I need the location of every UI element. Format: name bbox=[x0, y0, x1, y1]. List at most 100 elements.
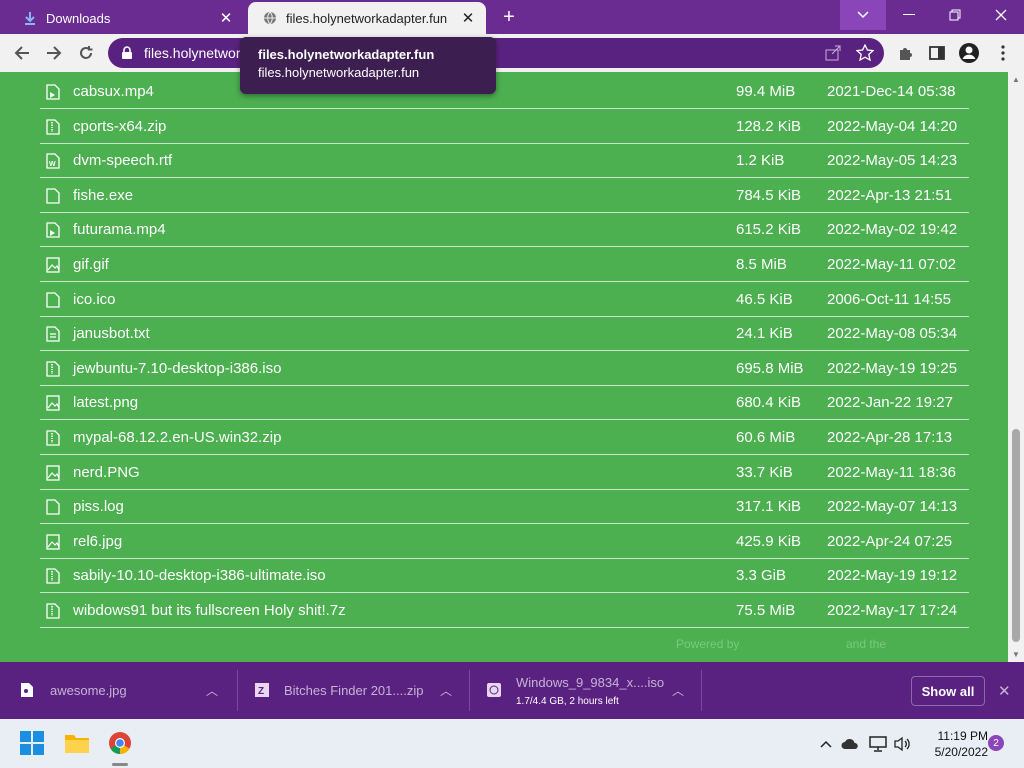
restore-button[interactable] bbox=[932, 0, 978, 30]
text-file-icon bbox=[46, 326, 60, 342]
windows-start-icon[interactable] bbox=[16, 727, 48, 759]
clock-time: 11:19 PM bbox=[937, 729, 988, 743]
download-item[interactable]: awesome.jpg ︿ bbox=[20, 662, 235, 719]
file-row[interactable]: Wdvm-speech.rtf 1.2 KiB 2022-May-05 14:23 bbox=[40, 143, 969, 179]
file-name-link[interactable]: wibdows91 but its fullscreen Holy shit!.… bbox=[73, 602, 346, 619]
file-row[interactable]: nerd.PNG 33.7 KiB 2022-May-11 18:36 bbox=[40, 455, 969, 490]
chevron-up-icon[interactable] bbox=[818, 734, 834, 754]
file-row[interactable]: fishe.exe 784.5 KiB 2022-Apr-13 21:51 bbox=[40, 178, 969, 213]
file-row[interactable]: mypal-68.12.2.en-US.win32.zip 60.6 MiB 202… bbox=[40, 420, 969, 455]
volume-icon[interactable] bbox=[892, 734, 912, 754]
file-name-link[interactable]: dvm-speech.rtf bbox=[73, 152, 172, 169]
archive-file-icon bbox=[46, 430, 60, 446]
video-file-icon bbox=[46, 84, 60, 100]
globe-icon bbox=[262, 10, 278, 26]
file-date: 2022-Apr-13 21:51 bbox=[827, 186, 953, 204]
file-name-link[interactable]: cports-x64.zip bbox=[73, 118, 166, 135]
download-item[interactable]: Z Bitches Finder 201....zip ︿ bbox=[254, 662, 469, 719]
file-row[interactable]: piss.log 317.1 KiB 2022-May-07 14:13 bbox=[40, 489, 969, 525]
file-name-link[interactable]: latest.png bbox=[73, 394, 138, 411]
file-name-link[interactable]: mypal-68.12.2.en-US.win32.zip bbox=[73, 429, 281, 446]
bookmark-star-icon[interactable] bbox=[855, 43, 875, 67]
menu-kebab-icon[interactable] bbox=[992, 42, 1014, 64]
notification-badge[interactable]: 2 bbox=[988, 735, 1004, 751]
file-date: 2022-May-11 18:36 bbox=[827, 463, 956, 481]
file-row[interactable]: janusbot.txt 24.1 KiB 2022-May-08 05:34 bbox=[40, 316, 969, 352]
close-window-button[interactable] bbox=[978, 0, 1024, 30]
archive-file-icon bbox=[46, 568, 60, 585]
file-row[interactable]: sabily-10.10-desktop-i386-ultimate.iso 3.… bbox=[40, 558, 969, 594]
file-explorer-icon[interactable] bbox=[61, 727, 93, 759]
chevron-up-icon[interactable]: ︿ bbox=[672, 682, 684, 699]
forward-button[interactable] bbox=[41, 40, 67, 66]
file-size: 46.5 KiB bbox=[736, 290, 793, 308]
side-panel-icon[interactable] bbox=[926, 42, 948, 64]
file-date: 2022-May-19 19:12 bbox=[827, 567, 958, 585]
address-bar[interactable]: files.holynetwor bbox=[108, 38, 884, 68]
file-row[interactable]: jewbuntu-7.10-desktop-i386.iso 695.8 MiB 2… bbox=[40, 351, 969, 386]
tab-title: files.holynetworkadapter.fun bbox=[286, 10, 448, 26]
file-icon bbox=[46, 291, 60, 308]
file-name-link[interactable]: futurama.mp4 bbox=[73, 221, 166, 238]
clock-date: 5/20/2022 bbox=[934, 745, 988, 759]
file-size: 60.6 MiB bbox=[736, 429, 796, 446]
file-date: 2006-Oct-11 14:55 bbox=[827, 290, 951, 308]
scrollbar[interactable]: ▲ ▼ bbox=[1008, 72, 1024, 662]
file-date: 2022-May-19 19:25 bbox=[827, 359, 958, 377]
system-clock[interactable]: 11:19 PM 5/20/2022 bbox=[918, 728, 988, 760]
chrome-icon[interactable] bbox=[104, 727, 136, 759]
divider bbox=[701, 670, 702, 711]
extensions-puzzle-icon[interactable] bbox=[895, 42, 917, 64]
file-row[interactable]: futurama.mp4 615.2 KiB 2022-May-02 19:42 bbox=[40, 212, 969, 248]
file-name-link[interactable]: fishe.exe bbox=[73, 187, 133, 204]
file-name-link[interactable]: janusbot.txt bbox=[73, 325, 150, 342]
browser-toolbar: files.holynetwor bbox=[0, 34, 1024, 72]
close-tab-icon[interactable]: ✕ bbox=[216, 8, 236, 28]
file-row[interactable]: rel6.jpg 425.9 KiB 2022-Apr-24 07:25 bbox=[40, 524, 969, 559]
scroll-down-arrow[interactable]: ▼ bbox=[1011, 650, 1021, 660]
file-date: 2022-May-05 14:23 bbox=[827, 152, 958, 170]
download-item-in-progress[interactable]: Windows_9_9834_x....iso 1.7/4.4 GB, 2 ho… bbox=[486, 662, 701, 719]
network-icon[interactable] bbox=[868, 734, 888, 754]
close-tab-icon[interactable]: ✕ bbox=[458, 8, 478, 28]
file-row[interactable]: gif.gif 8.5 MiB 2022-May-11 07:02 bbox=[40, 247, 969, 282]
download-bar: awesome.jpg ︿ Z Bitches Finder 201....zi… bbox=[0, 662, 1024, 719]
url-text[interactable]: files.holynetwor bbox=[144, 45, 241, 61]
cloud-icon[interactable] bbox=[840, 734, 860, 754]
file-name-link[interactable]: jewbuntu-7.10-desktop-i386.iso bbox=[73, 360, 281, 377]
tab-downloads[interactable]: Downloads ✕ bbox=[8, 2, 244, 34]
tab-search-button[interactable] bbox=[840, 0, 886, 30]
lock-icon[interactable] bbox=[120, 46, 134, 60]
file-name-link[interactable]: piss.log bbox=[73, 498, 124, 515]
scrollbar-thumb[interactable] bbox=[1012, 429, 1020, 642]
back-button[interactable] bbox=[9, 40, 35, 66]
image-file-icon bbox=[46, 534, 60, 550]
file-row[interactable]: cports-x64.zip 128.2 KiB 2022-May-04 14:20 bbox=[40, 109, 969, 144]
chevron-up-icon[interactable]: ︿ bbox=[206, 682, 218, 699]
file-row[interactable]: cabsux.mp4 99.4 MiB 2021-Dec-14 05:38 bbox=[40, 74, 969, 109]
file-name-link[interactable]: nerd.PNG bbox=[73, 464, 140, 481]
share-icon[interactable] bbox=[824, 44, 842, 67]
file-date: 2022-May-08 05:34 bbox=[827, 325, 958, 343]
file-row[interactable]: wibdows91 but its fullscreen Holy shit!.… bbox=[40, 593, 969, 628]
show-all-button[interactable]: Show all bbox=[911, 676, 985, 706]
chevron-up-icon[interactable]: ︿ bbox=[440, 682, 452, 699]
file-row[interactable]: ico.ico 46.5 KiB 2006-Oct-11 14:55 bbox=[40, 282, 969, 317]
file-size: 99.4 MiB bbox=[736, 83, 796, 100]
scroll-up-arrow[interactable]: ▲ bbox=[1011, 75, 1021, 85]
divider bbox=[469, 670, 470, 711]
svg-text:Z: Z bbox=[258, 686, 264, 697]
file-row[interactable]: latest.png 680.4 KiB 2022-Jan-22 19:27 bbox=[40, 385, 969, 421]
file-name-link[interactable]: gif.gif bbox=[73, 256, 109, 273]
tab-files[interactable]: files.holynetworkadapter.fun ✕ bbox=[248, 2, 486, 34]
profile-avatar-icon[interactable] bbox=[958, 42, 980, 64]
minimize-button[interactable] bbox=[886, 0, 932, 30]
file-name-link[interactable]: ico.ico bbox=[73, 291, 116, 308]
reload-button[interactable] bbox=[73, 40, 99, 66]
file-name-link[interactable]: cabsux.mp4 bbox=[73, 83, 154, 100]
file-name-link[interactable]: rel6.jpg bbox=[73, 533, 122, 550]
file-name-link[interactable]: sabily-10.10-desktop-i386-ultimate.iso bbox=[73, 567, 326, 584]
close-download-bar-icon[interactable]: ✕ bbox=[998, 682, 1011, 700]
new-tab-button[interactable]: + bbox=[498, 6, 520, 28]
image-file-icon bbox=[46, 257, 60, 273]
